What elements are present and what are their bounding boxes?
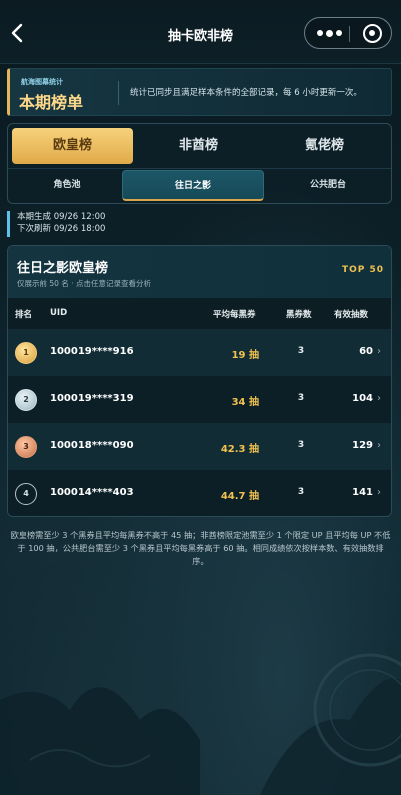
tab-lucky[interactable]: 欧皇榜: [12, 128, 133, 164]
row-effective: 104: [352, 393, 373, 404]
period-banner: 航海图幕统计 本期榜单 统计已同步且满足样本条件的全部记录，每 6 小时更新一次…: [7, 68, 392, 116]
table-row[interactable]: 1 100019****916 19 抽 3 60 ›: [8, 329, 391, 376]
background-scenery: [0, 653, 401, 795]
next-refresh-time: 下次刷新 09/26 18:00: [17, 224, 106, 234]
row-limited: 3: [297, 393, 305, 403]
row-effective: 129: [352, 440, 373, 451]
pool-subtabs: 角色池 往日之影 公共肥台: [8, 168, 391, 202]
board-header: 往日之影欧皇榜 仅展示前 50 名 · 点击任意记录查看分析 TOP 50: [8, 246, 391, 298]
subtab-character-pool[interactable]: 角色池: [7, 170, 127, 201]
capsule-divider: [349, 26, 350, 42]
row-effective: 141: [352, 487, 373, 498]
top-badge: TOP 50: [341, 265, 384, 275]
chevron-right-icon: ›: [377, 440, 381, 451]
table-row[interactable]: 3 100018****090 42.3 抽 3 129 ›: [8, 423, 391, 470]
col-limited: 黑券数: [286, 310, 312, 320]
row-limited: 3: [297, 440, 305, 450]
leaderboard-card: 往日之影欧皇榜 仅展示前 50 名 · 点击任意记录查看分析 TOP 50 排名…: [7, 245, 392, 517]
tab-unlucky[interactable]: 非酋榜: [138, 128, 259, 164]
banner-divider: [118, 81, 119, 105]
subtab-past-shadow[interactable]: 往日之影: [122, 170, 264, 201]
ranking-tabs: 欧皇榜 非酋榜 氪佬榜 角色池 往日之影 公共肥台: [7, 123, 392, 204]
row-uid: 100019****319: [50, 393, 134, 404]
rank-medal: 4: [15, 483, 37, 505]
more-dots-icon[interactable]: [317, 29, 342, 37]
col-avg: 平均每黑券: [213, 310, 256, 320]
top-bar: 抽卡欧非榜: [0, 0, 401, 64]
chevron-right-icon: ›: [377, 393, 381, 404]
tab-spender[interactable]: 氪佬榜: [264, 128, 385, 164]
board-subtitle: 仅展示前 50 名 · 点击任意记录查看分析: [17, 279, 151, 288]
banner-label: 航海图幕统计: [21, 78, 63, 86]
rank-medal: 3: [15, 436, 37, 458]
row-avg: 19 抽: [231, 350, 259, 361]
table-row[interactable]: 2 100019****319 34 抽 3 104 ›: [8, 376, 391, 423]
row-avg: 34 抽: [231, 397, 259, 408]
col-effective: 有效抽数: [334, 310, 369, 320]
col-rank: 排名: [15, 310, 33, 320]
banner-description: 统计已同步且满足样本条件的全部记录，每 6 小时更新一次。: [130, 88, 362, 98]
row-effective: 60: [359, 346, 373, 357]
rank-medal: 2: [15, 389, 37, 411]
row-avg: 42.3 抽: [220, 444, 259, 455]
row-uid: 100019****916: [50, 346, 134, 357]
subtab-public-pool[interactable]: 公共肥台: [268, 170, 388, 201]
chevron-right-icon: ›: [377, 487, 381, 498]
row-uid: 100014****403: [50, 487, 134, 498]
generated-time: 本期生成 09/26 12:00: [17, 212, 106, 222]
banner-title: 本期榜单: [19, 93, 84, 112]
table-row[interactable]: 4 100014****403 44.7 抽 3 141 ›: [8, 470, 391, 516]
row-uid: 100018****090: [50, 440, 134, 451]
target-circle-icon[interactable]: [363, 24, 382, 43]
row-avg: 44.7 抽: [220, 491, 259, 502]
update-times: 本期生成 09/26 12:00 下次刷新 09/26 18:00: [7, 211, 207, 237]
chevron-right-icon: ›: [377, 346, 381, 357]
col-uid: UID: [50, 308, 68, 318]
mini-program-capsule: [304, 17, 392, 49]
row-limited: 3: [297, 487, 305, 497]
row-limited: 3: [297, 346, 305, 356]
table-header: 排名 UID 平均每黑券 黑券数 有效抽数: [8, 298, 391, 329]
rank-medal: 1: [15, 342, 37, 364]
board-title: 往日之影欧皇榜: [17, 261, 109, 276]
